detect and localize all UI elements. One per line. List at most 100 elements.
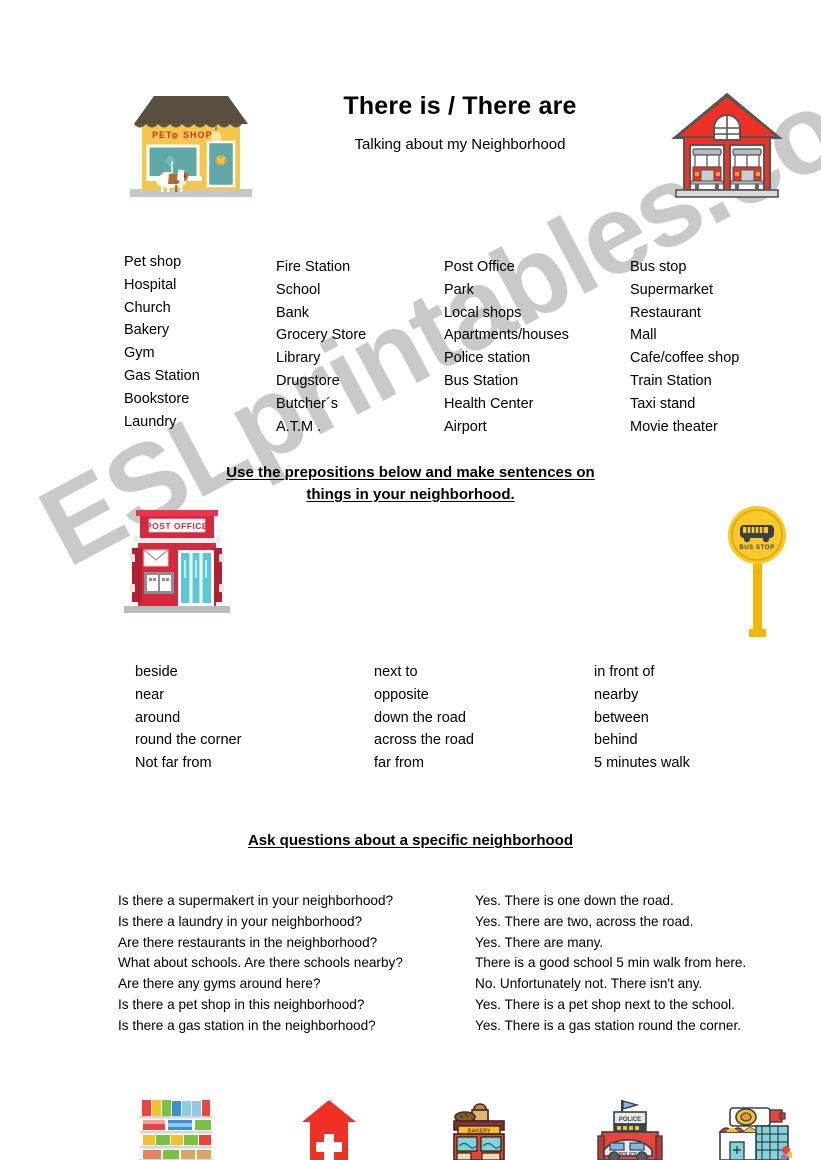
bus-stop-sign-illustration: BUS STOP — [727, 503, 789, 646]
post-office-illustration: POST OFFICE — [122, 508, 232, 621]
preposition-item: near — [135, 686, 165, 703]
preposition-item: around — [135, 709, 181, 726]
answer-item: Yes. There are two, across the road. — [475, 913, 694, 929]
answer-item: There is a good school 5 min walk from h… — [475, 955, 747, 971]
vocab-item: Taxi stand — [630, 395, 696, 412]
vocab-item: Bus Station — [444, 372, 519, 389]
vocab-item: Cafe/coffee shop — [630, 350, 740, 367]
vocab-item: Library — [276, 350, 321, 367]
vocab-column-3: Post Office Park Local shops Apartments/… — [444, 256, 569, 438]
supermarket-shelves-icon — [138, 1098, 214, 1160]
vocab-item: Drugstore — [276, 372, 340, 389]
vocab-item: Gas Station — [124, 367, 200, 384]
bakery-svg: BAKERY — [453, 1103, 505, 1160]
police-station-svg: POLICE POLICE — [597, 1100, 663, 1160]
vocab-column-4: Bus stop Supermarket Restaurant Mall Caf… — [630, 256, 739, 438]
svg-text:POST OFFICE: POST OFFICE — [146, 521, 208, 531]
questions-heading-text: Ask questions about a specific neighborh… — [247, 832, 574, 849]
answer-item: Yes. There are many. — [475, 934, 604, 950]
vocab-item: Grocery Store — [276, 327, 367, 344]
preposition-column-3: in front of nearby between behind 5 minu… — [594, 661, 690, 775]
vocab-item: Bus stop — [630, 259, 687, 275]
hospital-icon — [298, 1098, 360, 1160]
questions-heading: Ask questions about a specific neighborh… — [0, 830, 821, 852]
svg-text:BUS STOP: BUS STOP — [739, 545, 774, 551]
vocab-item: Local shops — [444, 304, 522, 321]
preposition-item: nearby — [594, 686, 639, 703]
vocab-item: Police station — [444, 350, 531, 367]
vocab-item: Movie theater — [630, 418, 718, 435]
vocab-item: Church — [124, 299, 171, 316]
supermarket-shelves-svg — [138, 1100, 214, 1160]
answer-item: Yes. There is a gas station round the co… — [475, 1017, 741, 1033]
answer-item: No. Unfortunately not. There isn't any. — [475, 976, 703, 992]
page-title: There is / There are — [343, 92, 577, 120]
answers-column: Yes. There is one down the road. Yes. Th… — [475, 891, 746, 1037]
vocab-item: Laundry — [124, 413, 177, 430]
prepositions-heading-line2: things in your neighborhood. — [306, 486, 515, 503]
question-item: Are there restaurants in the neighborhoo… — [118, 934, 378, 950]
prepositions-heading-line1: Use the prepositions below and make sent… — [226, 464, 595, 481]
vocab-item: Supermarket — [630, 281, 714, 298]
vocab-item: Pet shop — [124, 254, 182, 270]
bus-stop-sign-svg: BUS STOP — [728, 506, 786, 637]
vocab-item: Park — [444, 281, 474, 298]
vocab-item: School — [276, 281, 321, 298]
vocab-item: Health Center — [444, 395, 534, 412]
vocab-item: Gym — [124, 345, 155, 362]
vocab-item: Butcher´s — [276, 395, 339, 412]
preposition-item: opposite — [374, 686, 429, 703]
vocab-item: Post Office — [444, 259, 515, 275]
mall-cinema-icon — [716, 1098, 793, 1160]
hospital-svg — [302, 1100, 356, 1160]
post-office-svg: POST OFFICE — [124, 510, 230, 613]
vocab-item: A.T.M . — [276, 418, 322, 435]
question-item: Is there a supermakert in your neighborh… — [118, 893, 394, 908]
vocab-item: Hospital — [124, 276, 177, 293]
police-station-icon: POLICE POLICE — [592, 1098, 664, 1160]
preposition-item: far from — [374, 755, 424, 772]
vocab-column-1: Pet shop Hospital Church Bakery Gym Gas … — [124, 251, 200, 433]
preposition-column-1: beside near around round the corner Not … — [135, 661, 241, 775]
worksheet-page: ESLprintables.com There is / There are T… — [0, 0, 821, 1160]
answer-item: Yes. There is a pet shop next to the sch… — [475, 996, 735, 1012]
question-item: What about schools. Are there schools ne… — [118, 955, 403, 971]
vocab-item: Restaurant — [630, 304, 701, 321]
pet-shop-svg: PET ❁ SHOP — [130, 96, 252, 197]
vocab-item: Train Station — [630, 372, 712, 389]
answer-item: Yes. There is one down the road. — [475, 893, 674, 908]
prepositions-heading: Use the prepositions below and make sent… — [0, 462, 821, 506]
preposition-column-2: next to opposite down the road across th… — [374, 661, 474, 775]
vocab-item: Bakery — [124, 322, 170, 339]
question-item: Are there any gyms around here? — [118, 976, 321, 992]
page-subtitle: Talking about my Neighborhood — [354, 136, 566, 153]
fire-station-illustration — [670, 90, 784, 205]
vocab-item: Bank — [276, 304, 310, 321]
svg-text:SHOP: SHOP — [183, 130, 213, 140]
vocab-item: Mall — [630, 327, 657, 344]
question-item: Is there a gas station in the neighborho… — [118, 1017, 376, 1033]
preposition-item: 5 minutes walk — [594, 755, 690, 772]
vocab-item: Airport — [444, 418, 487, 435]
preposition-item: down the road — [374, 709, 466, 726]
preposition-item: round the corner — [135, 732, 242, 749]
vocab-item: Fire Station — [276, 259, 351, 275]
vocab-item: Apartments/houses — [444, 327, 569, 344]
question-item: Is there a pet shop in this neighborhood… — [118, 996, 365, 1012]
preposition-item: behind — [594, 732, 638, 749]
mall-cinema-svg — [718, 1107, 793, 1160]
preposition-item: in front of — [594, 664, 655, 680]
vocab-column-2: Fire Station School Bank Grocery Store L… — [276, 256, 366, 438]
bakery-icon: BAKERY — [448, 1098, 510, 1160]
questions-column: Is there a supermakert in your neighborh… — [118, 891, 403, 1037]
svg-text:PET: PET — [152, 130, 173, 140]
svg-text:POLICE: POLICE — [619, 1152, 638, 1158]
preposition-item: next to — [374, 664, 418, 680]
preposition-item: across the road — [374, 732, 474, 749]
preposition-item: between — [594, 709, 649, 726]
fire-station-svg — [671, 92, 783, 198]
svg-text:❁: ❁ — [171, 131, 179, 141]
preposition-item: beside — [135, 664, 178, 680]
vocab-item: Bookstore — [124, 390, 190, 407]
bottom-icon-strip: BAKERY POLICE POLICE — [0, 1098, 821, 1160]
